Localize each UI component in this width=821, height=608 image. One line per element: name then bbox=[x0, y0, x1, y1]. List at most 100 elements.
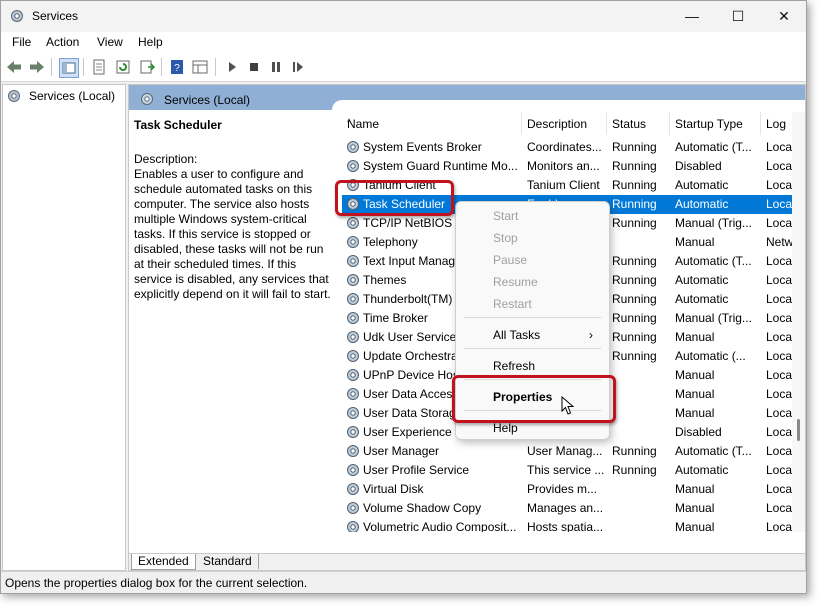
service-startup-type: Disabled bbox=[675, 159, 722, 173]
service-startup-type: Manual bbox=[675, 235, 715, 249]
scrollbar-thumb[interactable] bbox=[797, 419, 800, 441]
column-header-label: Log bbox=[766, 117, 787, 131]
service-status: Running bbox=[612, 330, 657, 344]
minimize-button[interactable]: — bbox=[669, 1, 715, 32]
maximize-button[interactable]: ☐ bbox=[715, 1, 761, 32]
service-status: Running bbox=[612, 140, 657, 154]
service-startup-type: Manual (Trig... bbox=[675, 311, 752, 325]
service-row[interactable]: User Manager User Manag... Running Automati… bbox=[342, 442, 805, 461]
tab-standard[interactable]: Standard bbox=[197, 554, 259, 569]
column-header-label: Description bbox=[527, 117, 588, 131]
tree-item-label: Services (Local) bbox=[29, 89, 116, 103]
service-startup-type: Automatic (T... bbox=[675, 444, 752, 458]
service-name: System Events Broker bbox=[363, 140, 482, 154]
service-startup-type: Disabled bbox=[675, 425, 722, 439]
service-status: Running bbox=[612, 292, 657, 306]
service-startup-type: Automatic (... bbox=[675, 349, 746, 363]
tab-extended[interactable]: Extended bbox=[131, 554, 196, 570]
export-list-icon[interactable] bbox=[138, 58, 156, 76]
mouse-pointer-icon bbox=[561, 396, 575, 415]
service-description: Hosts spatia... bbox=[527, 520, 604, 532]
help-book-icon[interactable]: ? bbox=[168, 58, 186, 76]
status-bar: Opens the properties dialog box for the … bbox=[1, 571, 806, 593]
service-status: Running bbox=[612, 216, 657, 230]
start-service-icon[interactable] bbox=[223, 58, 241, 76]
context-menu-start[interactable]: Start bbox=[493, 209, 518, 223]
view-details-icon[interactable] bbox=[191, 58, 209, 76]
context-menu-restart[interactable]: Restart bbox=[493, 297, 532, 311]
service-startup-type: Automatic bbox=[675, 292, 729, 306]
column-header-description[interactable]: Description bbox=[522, 112, 607, 135]
column-header-startup-type[interactable]: Startup Type bbox=[670, 112, 761, 135]
vertical-scrollbar[interactable] bbox=[792, 112, 805, 532]
service-status: Running bbox=[612, 273, 657, 287]
menu-view[interactable]: View bbox=[97, 35, 123, 49]
column-header-name[interactable]: Name ^ bbox=[342, 112, 525, 135]
forward-icon[interactable] bbox=[28, 58, 46, 76]
service-status: Running bbox=[612, 444, 657, 458]
column-header-label: Startup Type bbox=[675, 117, 743, 131]
service-status: Running bbox=[612, 159, 657, 173]
service-status: Running bbox=[612, 254, 657, 268]
show-hide-console-tree-icon[interactable] bbox=[59, 58, 79, 78]
svg-text:?: ? bbox=[174, 63, 180, 74]
service-status: Running bbox=[612, 311, 657, 325]
properties-page-icon[interactable] bbox=[90, 58, 108, 76]
service-row[interactable]: Volumetric Audio Composit... Hosts spatia… bbox=[342, 518, 805, 532]
status-text: Opens the properties dialog box for the … bbox=[5, 576, 308, 590]
column-header-status[interactable]: Status bbox=[607, 112, 670, 135]
service-startup-type: Automatic (T... bbox=[675, 254, 752, 268]
service-status: Running bbox=[612, 178, 657, 192]
panel-header: Services (Local) bbox=[129, 85, 805, 112]
service-gear-icon bbox=[347, 312, 359, 324]
restart-service-icon[interactable] bbox=[289, 58, 307, 76]
context-menu-stop[interactable]: Stop bbox=[493, 231, 518, 245]
context-menu-all-tasks[interactable]: All Tasks bbox=[493, 328, 540, 342]
service-row[interactable]: System Guard Runtime Mo... Monitors an...… bbox=[342, 157, 805, 176]
submenu-arrow-icon: › bbox=[589, 328, 593, 342]
context-menu-resume[interactable]: Resume bbox=[493, 275, 538, 289]
service-row[interactable]: System Events Broker Coordinates... Runnin… bbox=[342, 138, 805, 157]
service-description: Provides m... bbox=[527, 482, 598, 496]
context-menu-help[interactable]: Help bbox=[493, 421, 518, 435]
column-header-label: Status bbox=[612, 117, 647, 131]
pause-service-icon[interactable] bbox=[267, 58, 285, 76]
service-gear-icon bbox=[347, 407, 359, 419]
selected-service-title: Task Scheduler bbox=[134, 118, 222, 132]
context-menu-refresh[interactable]: Refresh bbox=[493, 359, 535, 373]
console-tree: Services (Local) bbox=[2, 84, 126, 571]
service-startup-type: Manual bbox=[675, 330, 715, 344]
service-row[interactable]: User Profile Service This service ... Runn… bbox=[342, 461, 805, 480]
menu-file[interactable]: File bbox=[12, 35, 31, 49]
menu-help[interactable]: Help bbox=[138, 35, 163, 49]
service-description: Manages an... bbox=[527, 501, 604, 515]
description-label: Description: bbox=[134, 152, 198, 166]
refresh-icon[interactable] bbox=[114, 58, 132, 76]
service-description: User Manag... bbox=[527, 444, 603, 458]
service-row[interactable]: Volume Shadow Copy Manages an... Manual Loc… bbox=[342, 499, 805, 518]
stop-service-icon[interactable] bbox=[245, 58, 263, 76]
services-gear-icon bbox=[11, 10, 23, 22]
service-startup-type: Manual bbox=[675, 520, 715, 532]
service-startup-type: Manual bbox=[675, 501, 715, 515]
menu-action[interactable]: Action bbox=[46, 35, 79, 49]
services-gear-icon bbox=[141, 93, 153, 105]
service-gear-icon bbox=[347, 464, 359, 476]
close-button[interactable]: ✕ bbox=[761, 1, 806, 32]
window-title: Services bbox=[32, 9, 79, 23]
description-text: Enables a user to configure and schedule… bbox=[134, 167, 331, 301]
context-menu-pause[interactable]: Pause bbox=[493, 253, 527, 267]
service-gear-icon bbox=[347, 388, 359, 400]
service-gear-icon bbox=[347, 369, 359, 381]
service-gear-icon bbox=[347, 293, 359, 305]
service-gear-icon bbox=[347, 502, 359, 514]
service-row[interactable]: Virtual Disk Provides m... Manual Loca bbox=[342, 480, 805, 499]
service-description: This service ... bbox=[527, 463, 605, 477]
service-gear-icon bbox=[347, 255, 359, 267]
back-icon[interactable] bbox=[5, 58, 23, 76]
service-description: Tanium Client bbox=[527, 178, 600, 192]
service-description: Monitors an... bbox=[527, 159, 600, 173]
service-status: Running bbox=[612, 197, 657, 211]
service-status: Running bbox=[612, 463, 657, 477]
service-startup-type: Automatic bbox=[675, 273, 729, 287]
